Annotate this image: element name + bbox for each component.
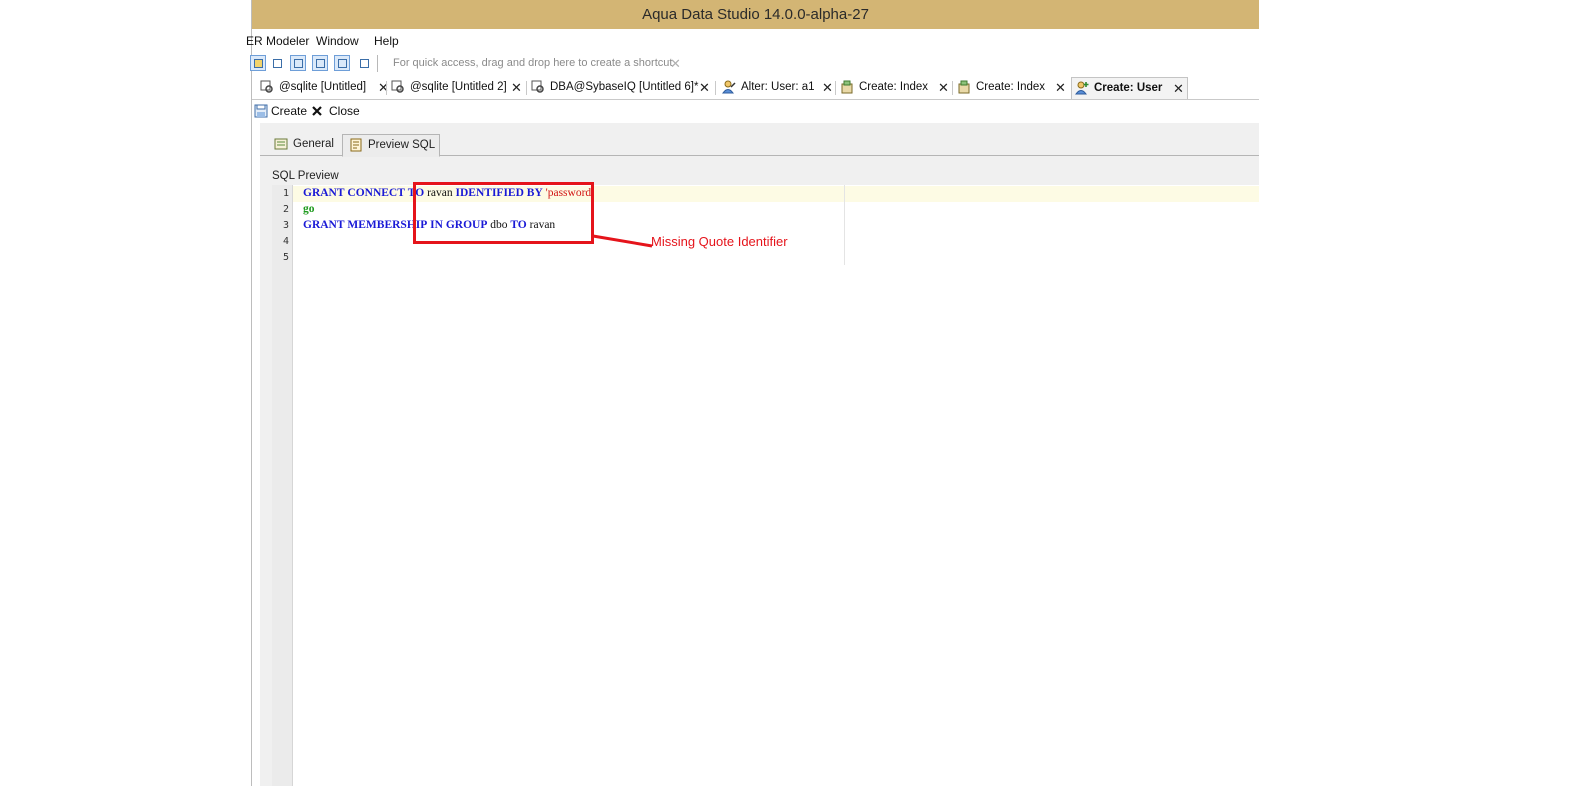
object-browser-button[interactable]	[250, 55, 266, 71]
tab-divider	[952, 81, 953, 95]
tab-label: @sqlite [Untitled]	[279, 81, 367, 93]
query-icon	[391, 80, 404, 93]
window-title: Aqua Data Studio 14.0.0-alpha-27	[642, 6, 869, 23]
create-user-panel: General Preview SQL SQL Preview 1 2 3 4 …	[260, 123, 1259, 786]
index-icon	[958, 80, 970, 94]
query-window-icon	[294, 59, 303, 68]
close-icon	[312, 106, 322, 116]
editor-tab-strip: @sqlite [Untitled] ✕ @sqlite [Untitled 2…	[252, 77, 1259, 100]
bar-chart-icon	[360, 59, 369, 68]
menu-window[interactable]: Window	[316, 34, 359, 48]
close-icon[interactable]: ✕	[938, 77, 949, 98]
query-icon	[531, 80, 544, 93]
close-icon[interactable]: ✕	[511, 77, 522, 98]
folder-icon	[254, 59, 263, 68]
tab-label: Create: Index	[976, 81, 1046, 93]
table-view-button[interactable]	[269, 55, 285, 71]
list-view-button[interactable]	[312, 55, 328, 71]
close-label: Close	[329, 104, 360, 118]
close-icon[interactable]: ✕	[1173, 78, 1184, 99]
sql-preview-editor[interactable]: 1 2 3 4 5 GRANT CONNECT TO ravan IDENTIF…	[272, 185, 1259, 786]
close-icon[interactable]: ✕	[822, 77, 833, 98]
section-label: SQL Preview	[272, 170, 339, 182]
print-margin	[844, 185, 845, 265]
app-window: Aqua Data Studio 14.0.0-alpha-27 ER Mode…	[246, 0, 1259, 786]
query-icon	[260, 80, 273, 93]
annotation-arrow	[592, 234, 653, 248]
tab-create-index-2[interactable]: Create: Index ✕	[957, 77, 1069, 98]
annotation-highlight-box	[413, 182, 594, 244]
close-icon[interactable]: ✕	[1055, 77, 1066, 98]
user-icon	[722, 80, 736, 94]
tab-label: Alter: User: a1	[741, 81, 815, 93]
schema-view-button[interactable]	[334, 55, 350, 71]
tab-create-user[interactable]: Create: User ✕	[1071, 77, 1188, 99]
tab-divider	[526, 81, 527, 95]
tab-divider	[835, 81, 836, 95]
line-number: 2	[282, 204, 289, 215]
tab-label: @sqlite [Untitled 2]	[410, 81, 507, 93]
tab-divider	[715, 81, 716, 95]
code-line-2: go	[303, 203, 315, 215]
line-number: 3	[282, 220, 289, 231]
toolbar-divider	[377, 55, 378, 72]
tab-create-index-1[interactable]: Create: Index ✕	[840, 77, 950, 98]
line-number: 4	[282, 236, 289, 247]
index-icon	[841, 80, 853, 94]
shortcut-hint: For quick access, drag and drop here to …	[393, 57, 673, 69]
keyword: CONNECT	[347, 187, 405, 199]
line-number: 1	[282, 188, 289, 199]
title-bar: Aqua Data Studio 14.0.0-alpha-27	[252, 0, 1259, 29]
save-icon	[254, 104, 268, 118]
tab-sqlite-untitled-2[interactable]: @sqlite [Untitled 2] ✕	[391, 77, 522, 98]
tab-general[interactable]: General	[268, 134, 346, 155]
action-bar: Create Close	[252, 100, 1259, 123]
keyword: go	[303, 203, 315, 215]
tab-preview-sql-label: Preview SQL	[368, 139, 436, 151]
tab-divider	[386, 81, 387, 95]
subtab-strip: General Preview SQL	[260, 133, 1259, 157]
annotation-label: Missing Quote Identifier	[651, 234, 788, 249]
schema-icon	[338, 59, 347, 68]
sql-preview-icon	[350, 138, 362, 152]
query-view-button[interactable]	[290, 55, 306, 71]
tab-alter-user[interactable]: Alter: User: a1 ✕	[722, 77, 834, 98]
menu-help[interactable]: Help	[374, 34, 399, 48]
line-number-gutter: 1 2 3 4 5	[272, 185, 293, 786]
line-number: 5	[282, 252, 289, 263]
tab-general-label: General	[293, 138, 334, 150]
grid-icon	[273, 59, 282, 68]
list-icon	[316, 59, 325, 68]
close-icon[interactable]: ✕	[378, 77, 389, 98]
toolbar: For quick access, drag and drop here to …	[250, 52, 1259, 74]
properties-icon	[274, 138, 288, 150]
tab-label: Create: User	[1094, 82, 1163, 94]
create-label: Create	[271, 104, 308, 118]
tab-label: DBA@SybaseIQ [Untitled 6]*	[550, 81, 699, 93]
tab-preview-sql[interactable]: Preview SQL	[342, 134, 440, 157]
menu-bar: ER Modeler Window Help	[246, 31, 1259, 51]
add-user-icon	[1075, 81, 1089, 95]
close-icon[interactable]: ✕	[699, 77, 710, 98]
tab-label: Create: Index	[859, 81, 929, 93]
tab-sqlite-untitled[interactable]: @sqlite [Untitled] ✕	[260, 77, 390, 98]
close-icon[interactable]: ✕	[670, 56, 681, 72]
keyword: GRANT	[303, 219, 345, 231]
tab-dba-sybaseiq[interactable]: DBA@SybaseIQ [Untitled 6]* ✕	[531, 77, 711, 98]
keyword: GRANT	[303, 187, 345, 199]
chart-view-button[interactable]	[356, 55, 372, 71]
menu-er-modeler[interactable]: ER Modeler	[246, 34, 309, 48]
